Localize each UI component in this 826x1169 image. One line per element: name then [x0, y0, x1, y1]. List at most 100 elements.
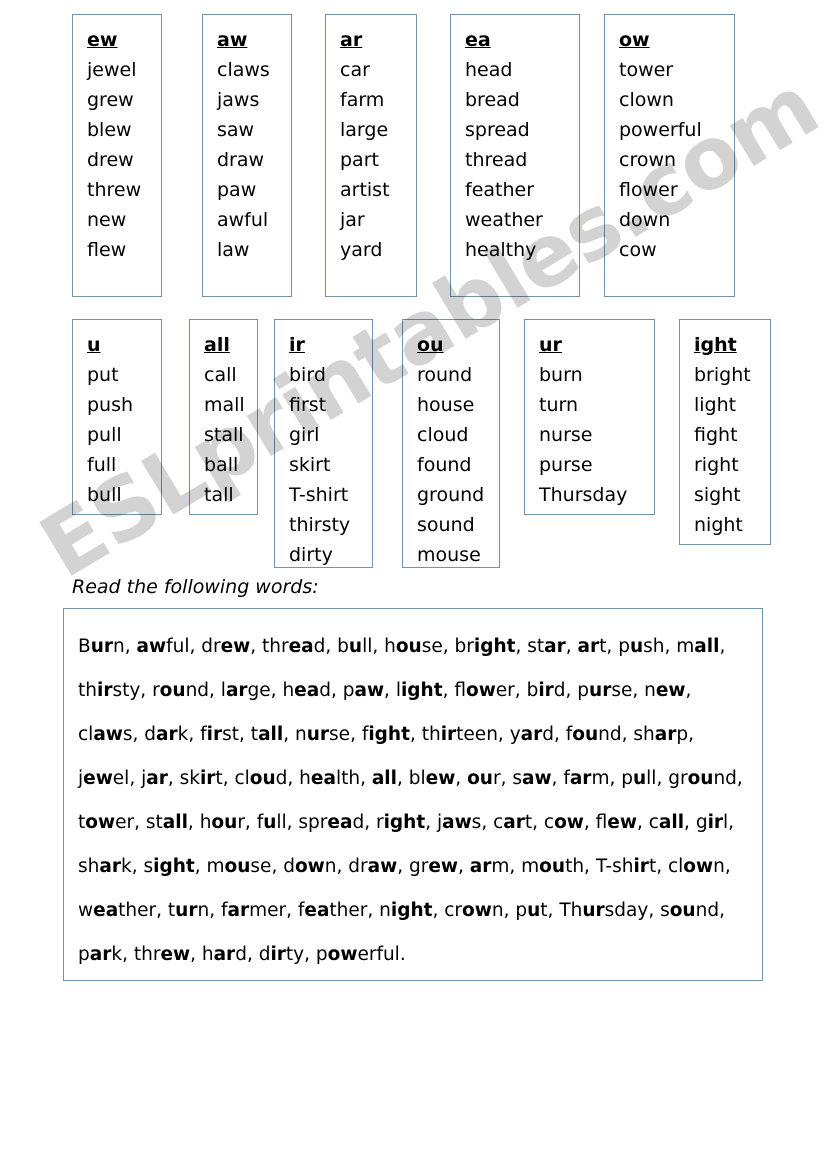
phonogram-word: put [87, 364, 119, 386]
reading-word: cow [543, 812, 584, 833]
phonogram-word: spread [465, 119, 530, 141]
reading-word: night [379, 900, 433, 921]
phonogram-box-ea: ea head bread spread thread feather weather hea… [450, 14, 580, 297]
phonogram-word: thread [465, 149, 528, 171]
phonogram-highlight: all [658, 812, 685, 833]
reading-word: sound [660, 900, 720, 921]
phonogram-highlight: u [348, 636, 363, 657]
phonogram-highlight: ow [462, 900, 492, 921]
phonogram-word: skirt [289, 454, 331, 476]
phonogram-heading: ou [417, 334, 444, 356]
reading-words-box: Burn, awful, drew, thread, bull, house, … [63, 608, 763, 981]
phonogram-word: flew [87, 239, 127, 261]
phonogram-highlight: ea [288, 636, 314, 657]
phonogram-word: push [87, 394, 134, 416]
phonogram-box-ur: ur burn turn nurse purse Thursday [524, 319, 655, 515]
reading-word: awful [136, 636, 190, 657]
phonogram-highlight: ar [213, 944, 236, 965]
instruction-text: Read the following words: [72, 576, 319, 598]
phonogram-highlight: ar [225, 680, 248, 701]
reading-word: fight [361, 724, 410, 745]
reading-word: paw [342, 680, 385, 701]
phonogram-highlight: aw [521, 768, 552, 789]
phonogram-word: ground [417, 484, 485, 506]
phonogram-highlight: ea [310, 768, 336, 789]
phonogram-highlight: u [632, 768, 647, 789]
reading-word: all [372, 768, 397, 789]
phonogram-highlight: ou [572, 724, 599, 745]
worksheet-page: ew jewel grew blew drew threw new flew aw claws ja… [0, 0, 826, 1169]
phonogram-highlight: ight [153, 856, 195, 877]
reading-word: house [384, 636, 443, 657]
phonogram-word: jewel [87, 59, 137, 81]
phonogram-highlight: ew [220, 636, 251, 657]
reading-word: put [515, 900, 548, 921]
phonogram-word: powerful [619, 119, 702, 141]
phonogram-word: mouse [417, 544, 481, 566]
phonogram-highlight: all [371, 768, 397, 789]
phonogram-heading: ar [340, 29, 363, 51]
phonogram-word: bright [694, 364, 751, 386]
reading-word: dirty [258, 944, 305, 965]
phonogram-box-ar: ar car farm large part artist jar yard [325, 14, 417, 297]
reading-word: tall [250, 724, 284, 745]
phonogram-word: jaws [217, 89, 260, 111]
phonogram-highlight: ea [93, 900, 119, 921]
phonogram-highlight: ir [206, 724, 223, 745]
phonogram-highlight: ow [85, 812, 116, 833]
reading-word: dark [144, 724, 189, 745]
reading-word: Burn [78, 636, 125, 657]
phonogram-word: healthy [465, 239, 537, 261]
phonogram-word: nurse [539, 424, 593, 446]
phonogram-word: head [465, 59, 513, 81]
reading-word: cloud [234, 768, 288, 789]
phonogram-word: drew [87, 149, 134, 171]
phonogram-box-ir: ir bird first girl skirt T-shirt thirsty dirty [274, 319, 373, 568]
phonogram-highlight: ou [669, 900, 696, 921]
reading-word: park [78, 944, 123, 965]
phonogram-word: turn [539, 394, 579, 416]
reading-word: bright [454, 636, 516, 657]
phonogram-highlight: ow [465, 680, 496, 701]
reading-word: jar [141, 768, 168, 789]
phonogram-highlight: u [629, 636, 644, 657]
phonogram-word: clown [619, 89, 674, 111]
reading-word: saw [512, 768, 552, 789]
phonogram-heading: all [204, 334, 230, 356]
phonogram-word: right [694, 454, 739, 476]
reading-word: skirt [179, 768, 223, 789]
reading-word: stall [145, 812, 188, 833]
reading-word: turn [167, 900, 210, 921]
phonogram-highlight: ir [707, 812, 724, 833]
phonogram-box-all: all call mall stall ball tall [189, 319, 258, 515]
phonogram-highlight: ar [503, 812, 525, 833]
phonogram-highlight: ou [539, 856, 566, 877]
phonogram-highlight: ew [428, 856, 458, 877]
phonogram-highlight: ou [211, 812, 238, 833]
phonogram-highlight: ar [520, 724, 543, 745]
phonogram-highlight: aw [354, 680, 385, 701]
phonogram-word: feather [465, 179, 535, 201]
reading-word: our [467, 768, 501, 789]
phonogram-word: found [417, 454, 472, 476]
reading-word: head [282, 680, 331, 701]
phonogram-box-ight: ight bright light fight right sight night [679, 319, 771, 545]
phonogram-word: weather [465, 209, 543, 231]
phonogram-word: tall [204, 484, 234, 506]
phonogram-word: girl [289, 424, 320, 446]
phonogram-highlight: u [527, 900, 541, 921]
phonogram-word: part [340, 149, 379, 171]
phonogram-highlight: ur [589, 680, 612, 701]
phonogram-highlight: ea [304, 900, 330, 921]
phonogram-heading: ir [289, 334, 305, 356]
phonogram-word: yard [340, 239, 383, 261]
phonogram-heading: ur [539, 334, 562, 356]
reading-word: clown [667, 856, 725, 877]
phonogram-highlight: aw [93, 724, 123, 745]
reading-word: jewel [78, 768, 130, 789]
phonogram-box-u: u put push pull full bull [72, 319, 162, 515]
reading-word: feather [297, 900, 368, 921]
phonogram-highlight: ir [538, 680, 554, 701]
phonogram-word: draw [217, 149, 265, 171]
phonogram-highlight: ow [554, 812, 584, 833]
